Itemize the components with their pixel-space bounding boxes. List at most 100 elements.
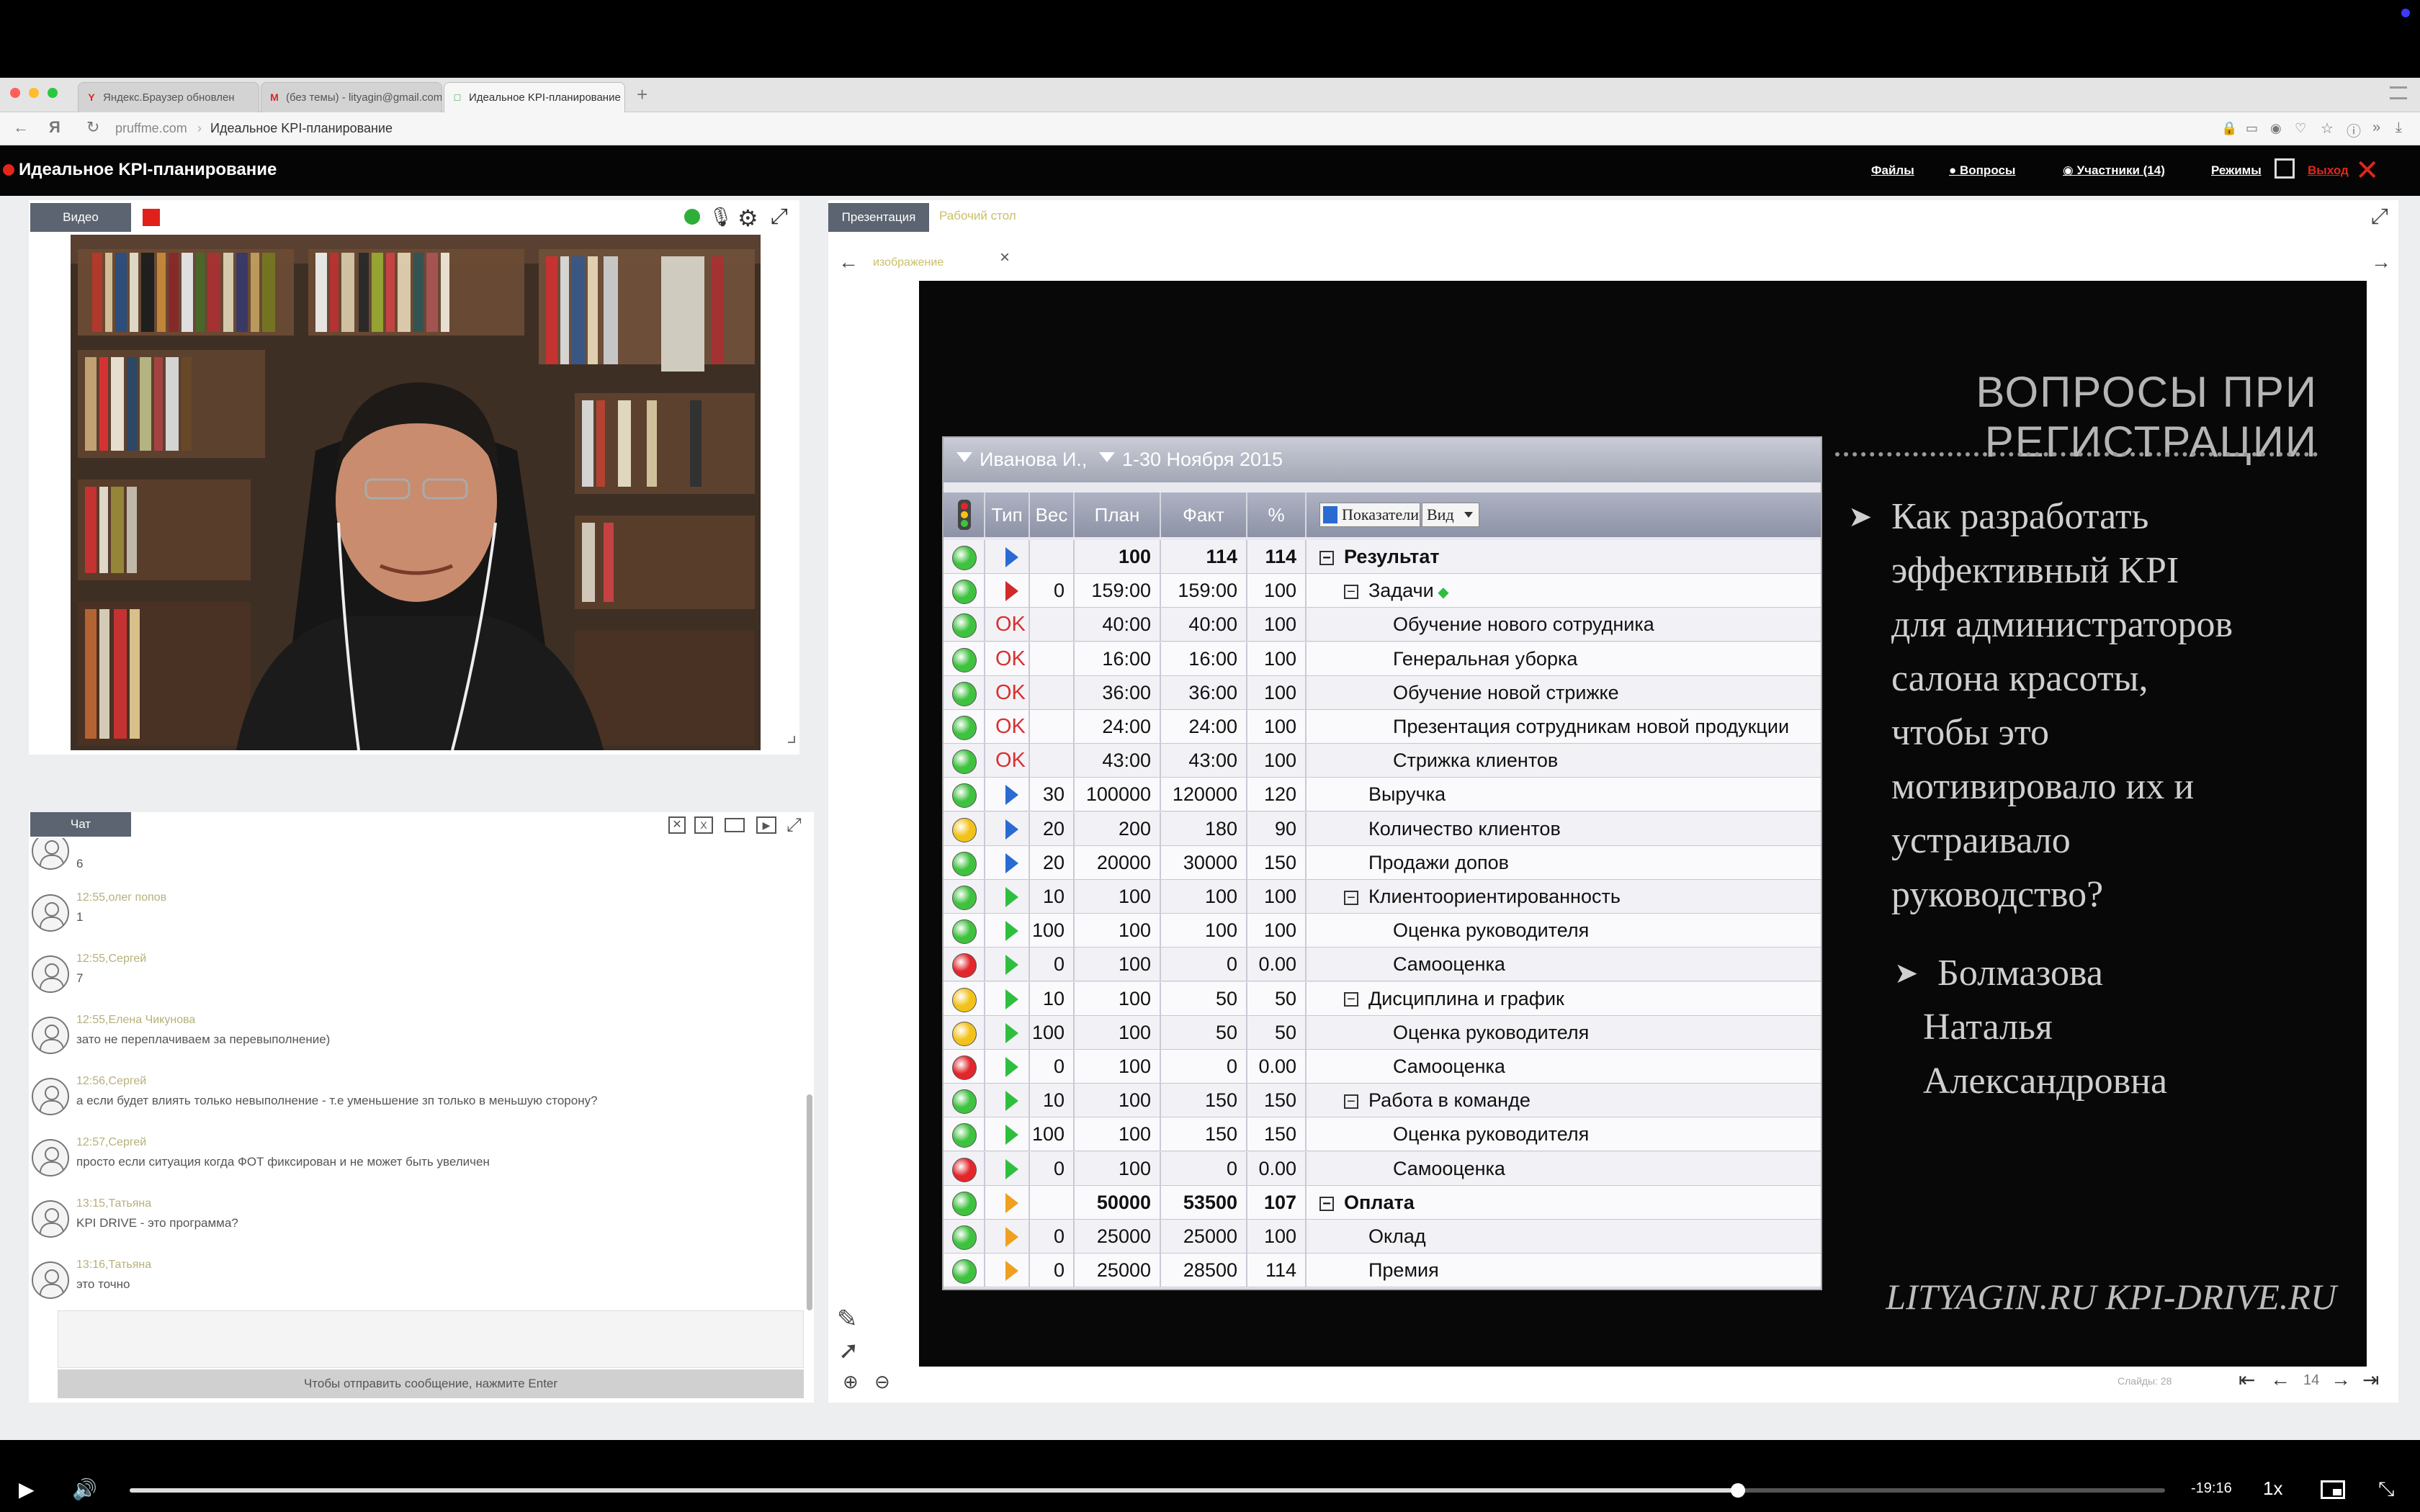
- more-icon[interactable]: »: [2372, 120, 2380, 136]
- indicators-filter[interactable]: Показатели: [1319, 503, 1420, 527]
- downloads-icon[interactable]: ♡: [2295, 121, 2306, 136]
- exit-fullscreen-icon[interactable]: ⤡: [2378, 1477, 2394, 1501]
- microphone-icon[interactable]: 🎙: [709, 206, 732, 228]
- tab-presentation[interactable]: Презентация: [828, 203, 929, 232]
- zoom-in-icon[interactable]: ⊕: [843, 1371, 859, 1393]
- fullscreen-icon[interactable]: ⤢: [2371, 204, 2388, 229]
- chevron-down-icon[interactable]: [956, 452, 972, 462]
- collapse-icon[interactable]: −: [1319, 550, 1334, 565]
- kpi-row[interactable]: OK 36:00 36:00 100 Обучение новой стрижке: [944, 675, 1821, 710]
- tab-video[interactable]: Видео: [30, 203, 131, 232]
- next-file-arrow-icon[interactable]: →: [2371, 251, 2391, 274]
- kpi-row[interactable]: 0 25000 25000 100 Оклад: [944, 1220, 1821, 1254]
- kpi-row[interactable]: 100 114 114− Результат: [944, 540, 1821, 574]
- exit-link[interactable]: Выход: [2308, 163, 2349, 178]
- back-icon[interactable]: ←: [13, 118, 29, 137]
- chevron-down-icon[interactable]: [1099, 452, 1115, 462]
- url-page-title[interactable]: Идеальное KPI-планирование: [210, 121, 393, 136]
- files-link[interactable]: Файлы: [1871, 163, 1914, 178]
- view-filter[interactable]: Вид: [1422, 503, 1479, 527]
- period-label[interactable]: 1-30 Ноября 2015: [1122, 449, 1283, 471]
- employee-name[interactable]: Иванова И.,: [980, 449, 1087, 471]
- kpi-row[interactable]: 10 100 50 50− Дисциплина и график: [944, 981, 1821, 1016]
- play-icon[interactable]: ▶: [19, 1477, 35, 1501]
- seek-bar-thumb[interactable]: [1730, 1483, 1745, 1498]
- camera-icon[interactable]: [684, 209, 700, 225]
- prev-file-arrow-icon[interactable]: ←: [838, 251, 859, 274]
- close-file-icon[interactable]: ×: [1000, 248, 1010, 268]
- kpi-row[interactable]: 0 25000 28500 114 Премия: [944, 1254, 1821, 1288]
- kpi-row[interactable]: 10 100 100 100− Клиентоориентированность: [944, 880, 1821, 914]
- kpi-row[interactable]: 10 100 150 150− Работа в команде: [944, 1084, 1821, 1118]
- kpi-row[interactable]: 0 100 0 0.00 Самооценка: [944, 948, 1821, 982]
- chat-scrollbar[interactable]: [807, 1094, 812, 1310]
- kpi-row[interactable]: OK 16:00 16:00 100 Генеральная уборка: [944, 642, 1821, 676]
- webcam-video[interactable]: [71, 235, 761, 750]
- chat-send-hint[interactable]: Чтобы отправить сообщение, нажмите Enter: [58, 1369, 804, 1398]
- chat-clear-icon[interactable]: ✕: [668, 816, 686, 834]
- window-zoom-button[interactable]: [48, 88, 58, 98]
- settings-gear-icon[interactable]: ⚙: [738, 204, 758, 232]
- chat-messages-list[interactable]: 6 12:55,олег попов 1 12:55,Сергей 7 12:5…: [29, 838, 807, 1310]
- collapse-icon[interactable]: −: [1344, 890, 1358, 905]
- kpi-row[interactable]: 30 100000 120000 120 Выручка: [944, 778, 1821, 812]
- browser-tab-kpi[interactable]: □ Идеальное KPI-планирование: [444, 82, 625, 112]
- kpi-row[interactable]: OK 43:00 43:00 100 Стрижка клиентов: [944, 744, 1821, 778]
- play-icon[interactable]: ▶: [756, 816, 776, 834]
- expand-icon[interactable]: ⤢: [771, 204, 788, 229]
- kpi-row[interactable]: 100 100 50 50 Оценка руководителя: [944, 1015, 1821, 1050]
- resize-handle-icon[interactable]: [788, 736, 795, 743]
- picture-in-picture-icon[interactable]: [2321, 1480, 2345, 1499]
- browser-tab-yandex[interactable]: Y Яндекс.Браузер обновлен: [78, 82, 259, 112]
- current-page[interactable]: 14: [2303, 1372, 2319, 1389]
- prev-slide-icon[interactable]: ←: [2270, 1368, 2290, 1391]
- layout-icon[interactable]: [2275, 158, 2295, 179]
- browser-tab-gmail[interactable]: M (без темы) - lityagin@gmail.com: [261, 82, 442, 112]
- collapse-icon[interactable]: −: [1344, 992, 1358, 1007]
- kpi-row[interactable]: 100 100 100 100 Оценка руководителя: [944, 914, 1821, 948]
- window-close-button[interactable]: [10, 88, 20, 98]
- zoom-out-icon[interactable]: ⊖: [874, 1371, 890, 1393]
- questions-link[interactable]: ● Вопросы: [1949, 163, 2015, 178]
- kpi-row[interactable]: OK 24:00 24:00 100 Презентация сотрудникам н…: [944, 710, 1821, 744]
- chat-message-input[interactable]: [58, 1310, 804, 1368]
- kpi-row[interactable]: 0 159:00 159:00 100− Задачи ◆: [944, 574, 1821, 608]
- collapse-icon[interactable]: −: [1344, 1094, 1358, 1110]
- collapse-icon[interactable]: −: [1319, 1196, 1334, 1211]
- download-arrow-icon[interactable]: ⤓: [2396, 120, 2402, 136]
- tab-desktop[interactable]: Рабочий стол: [939, 209, 1016, 223]
- menu-icon[interactable]: [2390, 86, 2407, 99]
- extension-icon[interactable]: ▭: [2246, 121, 2258, 136]
- reload-icon[interactable]: ↻: [86, 118, 99, 137]
- window-minimize-button[interactable]: [29, 88, 39, 98]
- first-slide-icon[interactable]: ⇤: [2238, 1368, 2255, 1392]
- chat-expand-icon[interactable]: ⤢: [786, 814, 802, 837]
- pointer-tool-icon[interactable]: ➚: [838, 1336, 859, 1365]
- yandex-logo-icon[interactable]: Я: [49, 118, 60, 137]
- file-label[interactable]: изображение: [873, 256, 944, 269]
- kpi-row[interactable]: 50000 53500 107− Оплата: [944, 1185, 1821, 1220]
- kpi-row[interactable]: 0 100 0 0.00 Самооценка: [944, 1050, 1821, 1084]
- pencil-tool-icon[interactable]: ✎: [837, 1305, 858, 1333]
- record-stop-icon[interactable]: [143, 209, 160, 226]
- collapse-icon[interactable]: −: [1344, 585, 1358, 600]
- kpi-row[interactable]: 20 200 180 90 Количество клиентов: [944, 811, 1821, 846]
- volume-icon[interactable]: 🔊: [72, 1477, 97, 1501]
- info-icon[interactable]: ⓘ: [2347, 120, 2361, 140]
- excel-export-icon[interactable]: X: [694, 816, 713, 834]
- url-domain[interactable]: pruffme.com: [115, 121, 187, 136]
- playback-speed-button[interactable]: 1x: [2263, 1477, 2282, 1500]
- next-slide-icon[interactable]: →: [2331, 1368, 2351, 1391]
- protect-icon[interactable]: ◉: [2270, 121, 2282, 136]
- mail-icon[interactable]: [725, 818, 745, 832]
- kpi-row[interactable]: 0 100 0 0.00 Самооценка: [944, 1151, 1821, 1186]
- bookmark-icon[interactable]: ☆: [2321, 120, 2334, 138]
- kpi-row[interactable]: 20 20000 30000 150 Продажи допов: [944, 845, 1821, 880]
- modes-link[interactable]: Режимы: [2211, 163, 2262, 178]
- kpi-row[interactable]: OK 40:00 40:00 100 Обучение нового сотрудник…: [944, 608, 1821, 642]
- kpi-row[interactable]: 100 100 150 150 Оценка руководителя: [944, 1117, 1821, 1152]
- participants-link[interactable]: ◉ Участники (14): [2063, 163, 2165, 178]
- close-x-icon[interactable]: ✕: [2355, 154, 2380, 187]
- new-tab-button[interactable]: +: [637, 84, 647, 106]
- tab-chat[interactable]: Чат: [30, 812, 131, 837]
